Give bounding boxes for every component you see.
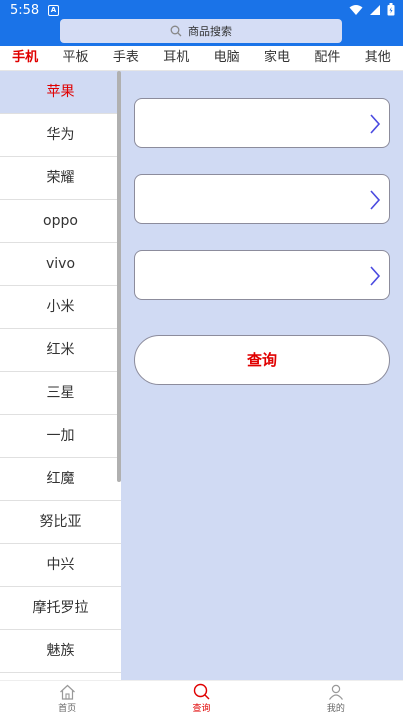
nav-query[interactable]: 查询 [134, 681, 268, 716]
battery-icon [387, 3, 395, 16]
signal-icon [370, 4, 380, 15]
search-box[interactable]: 商品搜索 [60, 19, 342, 43]
notification-icon: A [48, 5, 59, 16]
brand-item-nubia[interactable]: 努比亚 [0, 501, 121, 544]
nav-home-label: 首页 [58, 703, 77, 714]
brand-item-honor[interactable]: 荣耀 [0, 157, 121, 200]
brand-item-huawei[interactable]: 华为 [0, 114, 121, 157]
brand-item-motorola[interactable]: 摩托罗拉 [0, 587, 121, 630]
brand-item-meizu[interactable]: 魅族 [0, 630, 121, 673]
brand-list: 苹果 华为 荣耀 oppo vivo 小米 红米 三星 一加 红魔 努比亚 中兴… [0, 71, 121, 680]
tab-phone[interactable]: 手机 [0, 46, 50, 70]
bottom-nav: 首页 查询 我的 [0, 680, 403, 716]
search-placeholder: 商品搜索 [188, 25, 232, 38]
tab-watch[interactable]: 手表 [101, 46, 151, 70]
nav-mine-label: 我的 [326, 703, 345, 714]
search-icon [193, 683, 210, 700]
tab-tablet[interactable]: 平板 [50, 46, 100, 70]
chevron-right-icon [370, 114, 381, 134]
query-button[interactable]: 查询 [134, 335, 390, 385]
brand-item-redmi[interactable]: 红米 [0, 329, 121, 372]
select-field-1[interactable] [134, 98, 390, 148]
user-icon [328, 684, 343, 700]
brand-item-apple[interactable]: 苹果 [0, 71, 121, 114]
search-icon [170, 25, 182, 37]
brand-item-oppo[interactable]: oppo [0, 200, 121, 243]
category-tabs: 手机 平板 手表 耳机 电脑 家电 配件 其他 [0, 46, 403, 71]
brand-item-samsung[interactable]: 三星 [0, 372, 121, 415]
select-field-2[interactable] [134, 174, 390, 224]
chevron-right-icon [370, 190, 381, 210]
query-panel: 查询 [121, 71, 403, 680]
chevron-right-icon [370, 266, 381, 286]
select-field-3[interactable] [134, 250, 390, 300]
status-icons [349, 3, 395, 16]
brand-item-zte[interactable]: 中兴 [0, 544, 121, 587]
nav-mine[interactable]: 我的 [269, 681, 403, 716]
nav-home[interactable]: 首页 [0, 681, 134, 716]
brand-item-oneplus[interactable]: 一加 [0, 415, 121, 458]
tab-earphone[interactable]: 耳机 [151, 46, 201, 70]
header-bar: 5:58 A 商品搜索 [0, 0, 403, 46]
brand-item-vivo[interactable]: vivo [0, 243, 121, 286]
tab-accessory[interactable]: 配件 [302, 46, 352, 70]
tab-other[interactable]: 其他 [353, 46, 403, 70]
brand-item-xiaomi[interactable]: 小米 [0, 286, 121, 329]
tab-computer[interactable]: 电脑 [202, 46, 252, 70]
brand-item-redmagic[interactable]: 红魔 [0, 458, 121, 501]
tab-appliance[interactable]: 家电 [252, 46, 302, 70]
home-icon [59, 684, 75, 700]
status-time: 5:58 [10, 3, 40, 18]
nav-query-label: 查询 [192, 704, 211, 714]
wifi-icon [349, 4, 363, 15]
